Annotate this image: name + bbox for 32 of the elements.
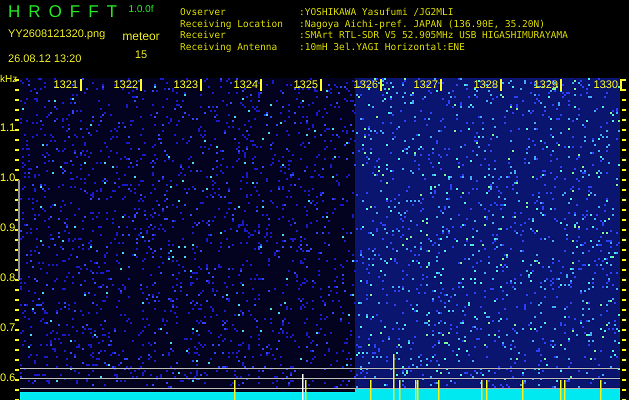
- info-label: Ovserver: [180, 7, 227, 19]
- title-letter: T: [106, 2, 117, 22]
- info-value: :YOSHIKAWA Yasufumi /JG2MLI: [299, 7, 454, 19]
- time-label: 1330: [592, 79, 622, 91]
- info-value: :SMArt RTL-SDR V5 52.905MHz USB HIGASHIMURAYAMA: [299, 30, 568, 42]
- title-letter: F: [88, 2, 99, 22]
- frequency-label: 0.6: [0, 372, 16, 384]
- timestamp: 26.08.12 13:20: [8, 52, 82, 66]
- time-label: 1325: [292, 79, 322, 91]
- frequency-label: 1.1: [0, 122, 16, 134]
- info-label: Receiving Antenna: [180, 42, 278, 54]
- frequency-label: 0.9: [0, 222, 16, 234]
- frequency-label: 0.7: [0, 322, 16, 334]
- time-label: 1322: [112, 79, 142, 91]
- info-label: Receiver: [180, 30, 227, 42]
- info-value: :10mH 3el.YAGI Horizontal:ENE: [299, 42, 465, 54]
- frequency-label: 1.0: [0, 172, 16, 184]
- time-label: 1324: [232, 79, 262, 91]
- axis-unit: kHz: [0, 73, 18, 87]
- title-letter: H: [8, 2, 20, 22]
- frequency-label: 0.8: [0, 272, 16, 284]
- time-label: 1321: [52, 79, 82, 91]
- title-letter: F: [70, 2, 80, 22]
- title-letter: R: [28, 2, 41, 22]
- time-label: 1323: [172, 79, 202, 91]
- meteor-count: 15: [134, 48, 148, 63]
- info-value: :Nagoya Aichi-pref. JAPAN (136.90E, 35.20N): [299, 18, 545, 30]
- info-label: Receiving Location: [180, 18, 284, 30]
- file-name: YY2608121320.png: [8, 27, 106, 42]
- meteor-label: meteor: [122, 28, 160, 45]
- title-letter: O: [48, 2, 62, 22]
- version-label: 1.0.0f: [128, 3, 154, 17]
